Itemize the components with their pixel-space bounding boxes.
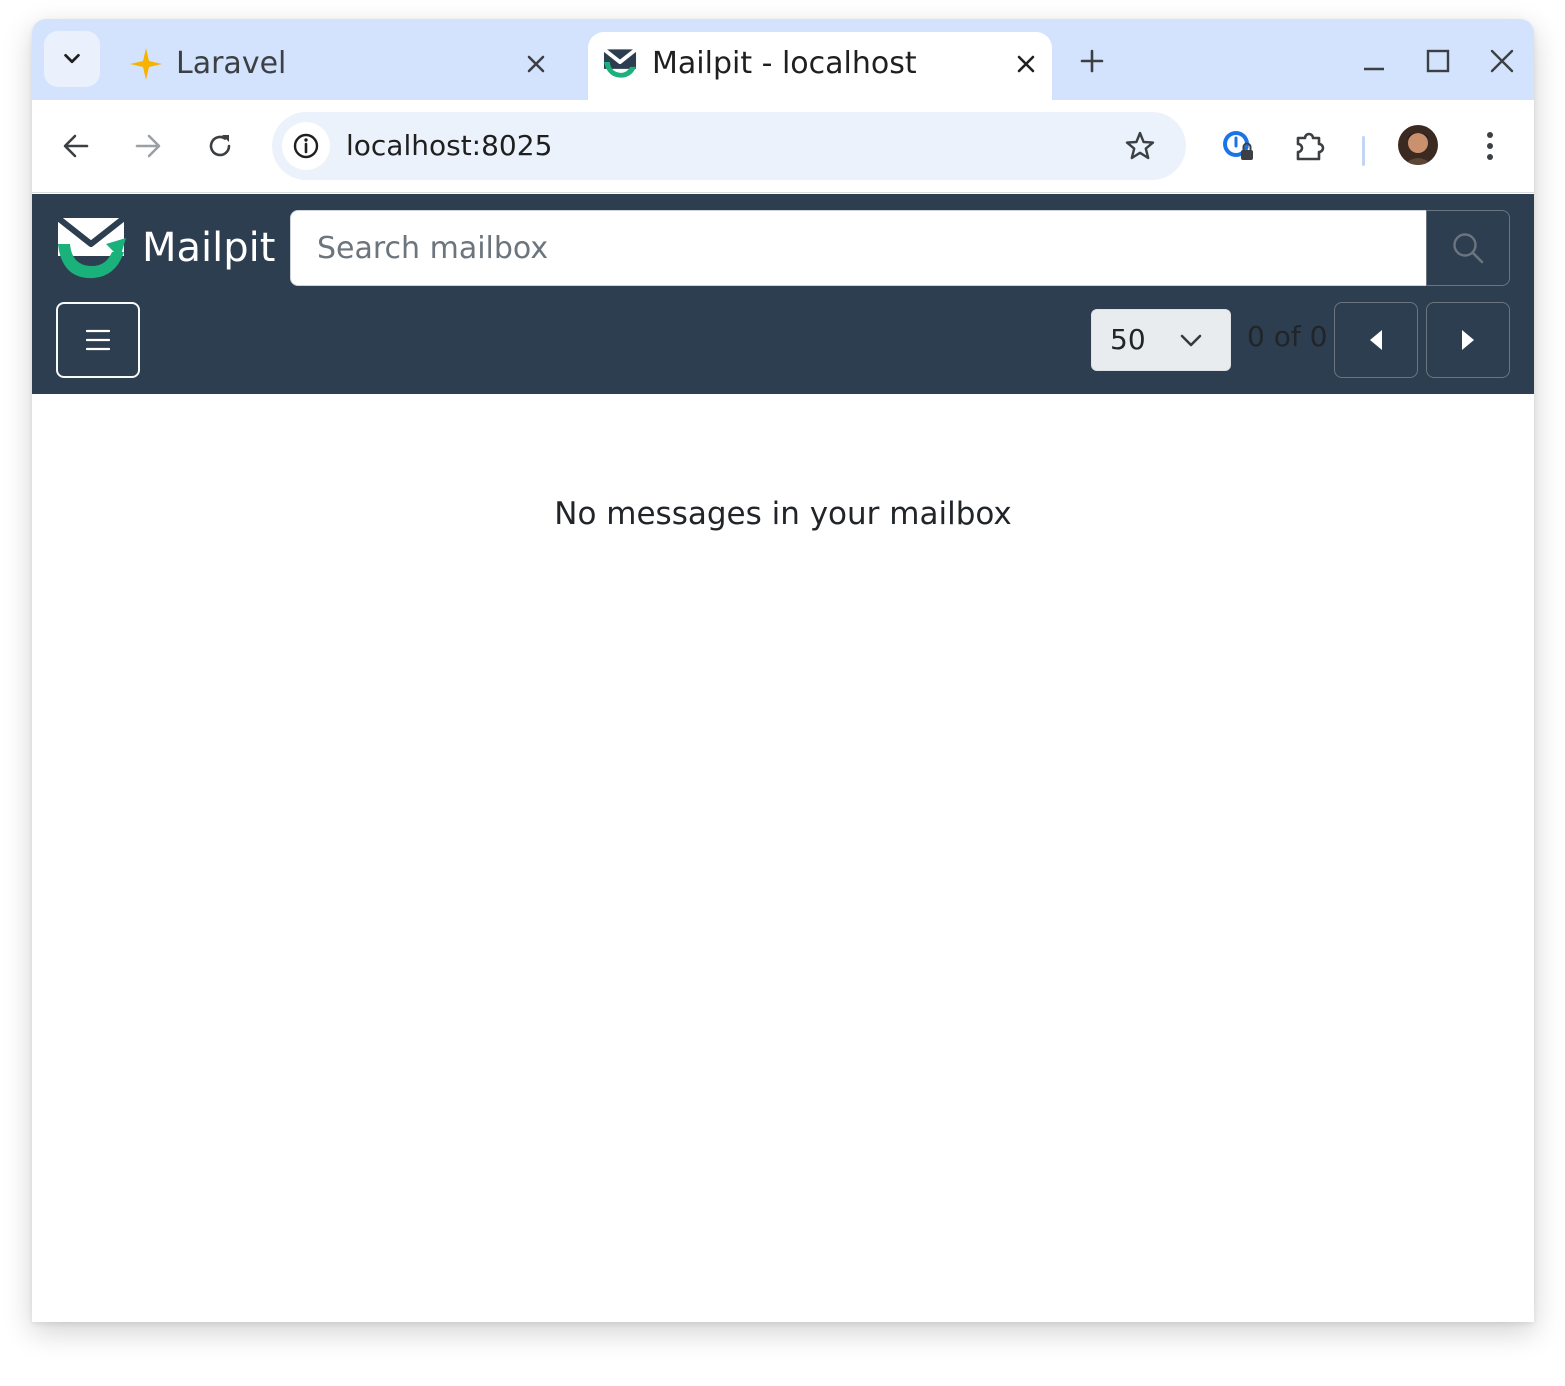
arrow-left-icon: [63, 134, 89, 158]
hamburger-menu-icon: [86, 329, 110, 351]
more-vertical-icon: [1487, 132, 1493, 160]
password-lock-icon: [1223, 131, 1253, 160]
caret-left-icon: [1370, 330, 1382, 350]
forward-button[interactable]: [126, 124, 170, 168]
chevron-down-icon: [1180, 334, 1202, 347]
tab-strip: Laravel Mailpit - localhost: [32, 19, 1534, 100]
tab-mailpit[interactable]: Mailpit - localhost: [588, 32, 1052, 100]
tab-title: Laravel: [176, 46, 287, 81]
tab-title: Mailpit - localhost: [652, 46, 917, 81]
per-page-select[interactable]: 50: [1091, 309, 1231, 371]
search-button[interactable]: [1426, 210, 1510, 286]
bookmark-star-icon[interactable]: [1120, 126, 1160, 166]
minimize-icon: [1364, 67, 1384, 71]
close-icon[interactable]: [520, 48, 552, 80]
pagination-count: 0 of 0: [1247, 320, 1328, 353]
site-info-button[interactable]: [282, 122, 330, 170]
new-tab-button[interactable]: [1072, 41, 1112, 81]
url-text: localhost:8025: [346, 129, 553, 162]
chevron-down-icon: [64, 53, 80, 64]
reload-icon: [209, 135, 231, 157]
maximize-button[interactable]: [1414, 37, 1462, 85]
tab-laravel[interactable]: Laravel: [112, 32, 562, 100]
tab-search-button[interactable]: [44, 31, 100, 87]
browser-menu-button[interactable]: [1468, 124, 1512, 168]
info-icon: [293, 133, 319, 159]
per-page-value: 50: [1110, 323, 1146, 356]
back-button[interactable]: [54, 124, 98, 168]
browser-window: Laravel Mailpit - localhost localhost:80…: [32, 19, 1534, 1322]
close-icon: [1490, 49, 1514, 73]
close-window-button[interactable]: [1478, 37, 1526, 85]
maximize-icon: [1426, 49, 1450, 73]
search-input[interactable]: [290, 210, 1427, 286]
password-manager-extension[interactable]: [1216, 124, 1260, 168]
arrow-right-icon: [135, 134, 161, 158]
profile-avatar[interactable]: [1398, 125, 1438, 165]
plus-icon: [1080, 49, 1104, 73]
laravel-sparkle-icon: [128, 46, 164, 82]
toolbar-divider: [1362, 136, 1365, 166]
empty-state-message: No messages in your mailbox: [554, 496, 1012, 532]
browser-toolbar: localhost:8025: [32, 100, 1534, 193]
previous-page-button[interactable]: [1334, 302, 1418, 378]
mailpit-logo-icon: [56, 215, 126, 279]
search-icon: [1453, 233, 1484, 264]
reload-button[interactable]: [198, 124, 242, 168]
address-bar[interactable]: localhost:8025: [272, 112, 1186, 180]
message-list-area: No messages in your mailbox: [32, 394, 1534, 1322]
puzzle-piece-icon: [1296, 132, 1325, 161]
next-page-button[interactable]: [1426, 302, 1510, 378]
caret-right-icon: [1462, 330, 1474, 350]
app-navbar: Mailpit 50 0 of 0: [32, 194, 1534, 394]
extensions-button[interactable]: [1288, 124, 1332, 168]
user-avatar-icon: [1398, 125, 1438, 165]
brand-link[interactable]: Mailpit: [56, 214, 276, 282]
minimize-button[interactable]: [1350, 37, 1398, 85]
app-name: Mailpit: [142, 225, 276, 271]
sidebar-toggle-button[interactable]: [56, 302, 140, 378]
close-icon[interactable]: [1010, 48, 1042, 80]
mailpit-logo-icon: [602, 46, 638, 82]
